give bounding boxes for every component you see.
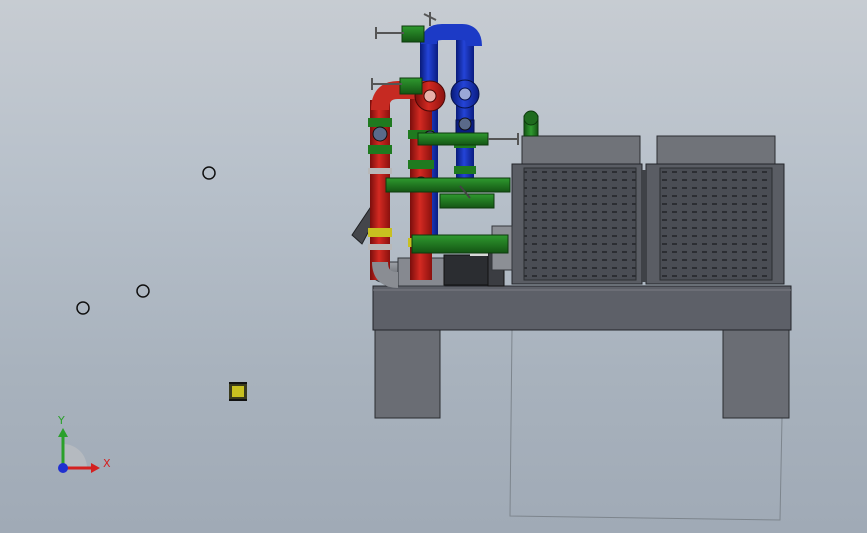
loose-fitting-part[interactable]: [229, 382, 247, 401]
triad-x-label: X: [103, 457, 111, 470]
skid-base-frame[interactable]: [372, 285, 792, 331]
cooling-unit-left[interactable]: [511, 135, 643, 285]
skid-legs[interactable]: [374, 329, 790, 419]
unit-divider: [641, 170, 647, 282]
cad-viewport[interactable]: Y X: [0, 0, 867, 533]
cooling-unit-right[interactable]: [645, 135, 785, 285]
sketch-circles[interactable]: [76, 166, 216, 315]
triad-y-label: Y: [58, 414, 65, 427]
model-scene[interactable]: [0, 0, 867, 533]
vent-cap[interactable]: [523, 110, 539, 137]
